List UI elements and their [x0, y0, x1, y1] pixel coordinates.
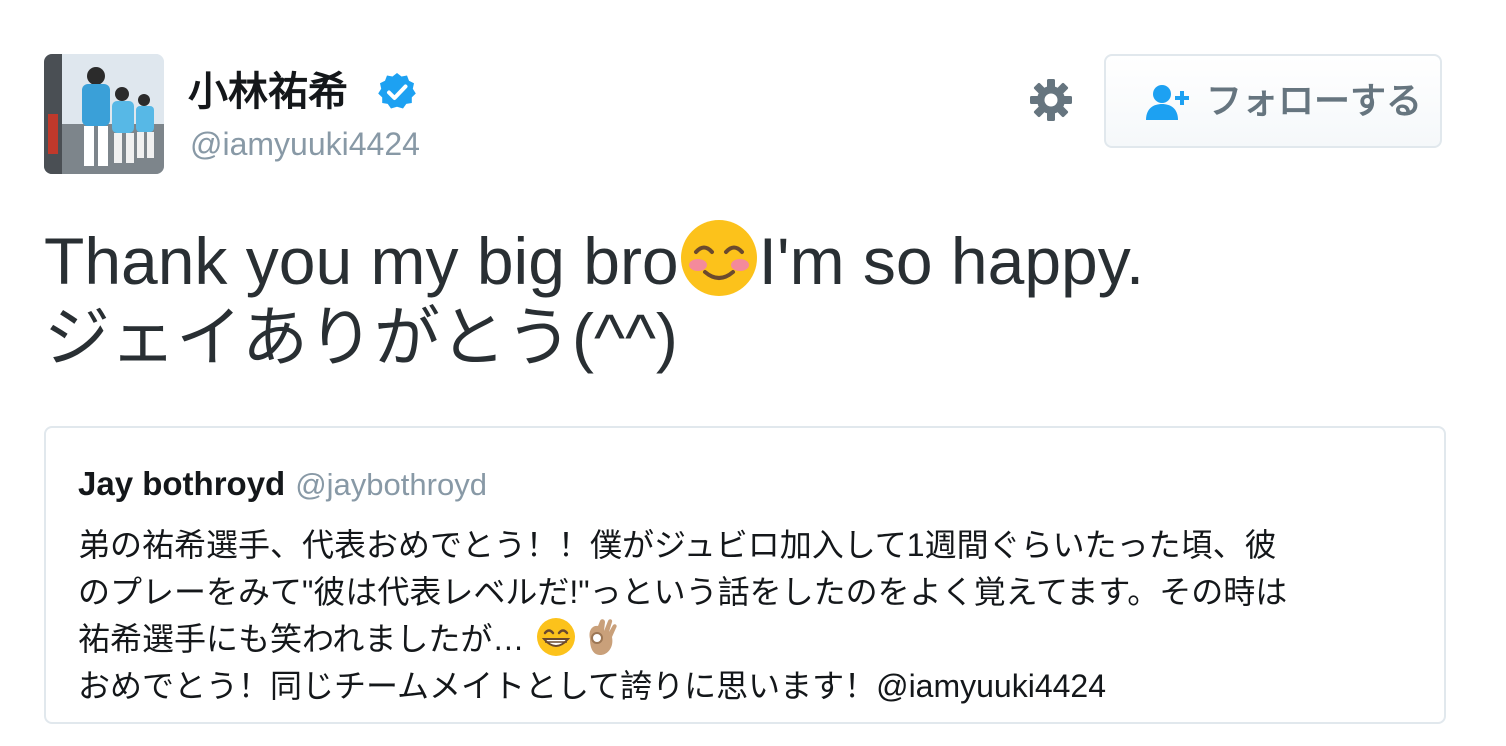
- quoted-line-4: おめでとう！同じチームメイトとして誇りに思います！@iamyuuki4424: [78, 668, 1107, 704]
- quoted-author-name: Jay bothroyd: [78, 465, 286, 502]
- add-user-icon: [1146, 85, 1189, 120]
- quoted-line-1: 弟の祐希選手、代表おめでとう！！僕がジュビロ加入して1週間ぐらいたった頃、彼: [78, 527, 1277, 563]
- tweet-line-1: Thank you my big bro I'm so happy.: [44, 218, 1144, 299]
- quoted-author-handle: @jaybothroyd: [295, 467, 487, 502]
- smiling-face-with-blush-emoji-icon: [680, 220, 757, 296]
- tweet-text: Thank you my big bro I'm so happy. ジェイあり…: [44, 218, 1144, 375]
- author-display-name[interactable]: 小林祐希: [188, 66, 348, 118]
- quoted-tweet-card[interactable]: Jay bothroyd @jaybothroyd 弟の祐希選手、代表おめでとう！…: [44, 426, 1446, 724]
- quoted-tweet-header: Jay bothroyd @jaybothroyd: [78, 464, 487, 511]
- follow-button-label: フォローする: [1206, 80, 1423, 121]
- tweet-line-2: ジェイありがとう(^^): [44, 300, 678, 374]
- gear-icon[interactable]: [1027, 76, 1075, 124]
- author-avatar[interactable]: [44, 54, 164, 174]
- quoted-line-2: のプレーをみて"彼は代表レベルだ!"っという話をしたのをよく覚えてます。その時は: [78, 574, 1288, 610]
- quoted-line-3: 祐希選手にも笑われましたが…: [78, 621, 525, 657]
- quoted-line-3-wrap: 祐希選手にも笑われましたが…: [78, 616, 1418, 663]
- follow-button[interactable]: フォローする: [1104, 54, 1442, 148]
- tweet-text-part-2: I'm so happy.: [758, 224, 1145, 298]
- grinning-face-emoji-icon: [537, 618, 576, 656]
- author-handle[interactable]: @iamyuuki4424: [190, 124, 420, 164]
- ok-hand-emoji-icon: [589, 619, 617, 655]
- quoted-tweet-body: 弟の祐希選手、代表おめでとう！！僕がジュビロ加入して1週間ぐらいたった頃、彼 の…: [78, 522, 1418, 710]
- verified-badge-icon: [378, 73, 416, 109]
- tweet-text-part-1: Thank you my big bro: [44, 224, 679, 298]
